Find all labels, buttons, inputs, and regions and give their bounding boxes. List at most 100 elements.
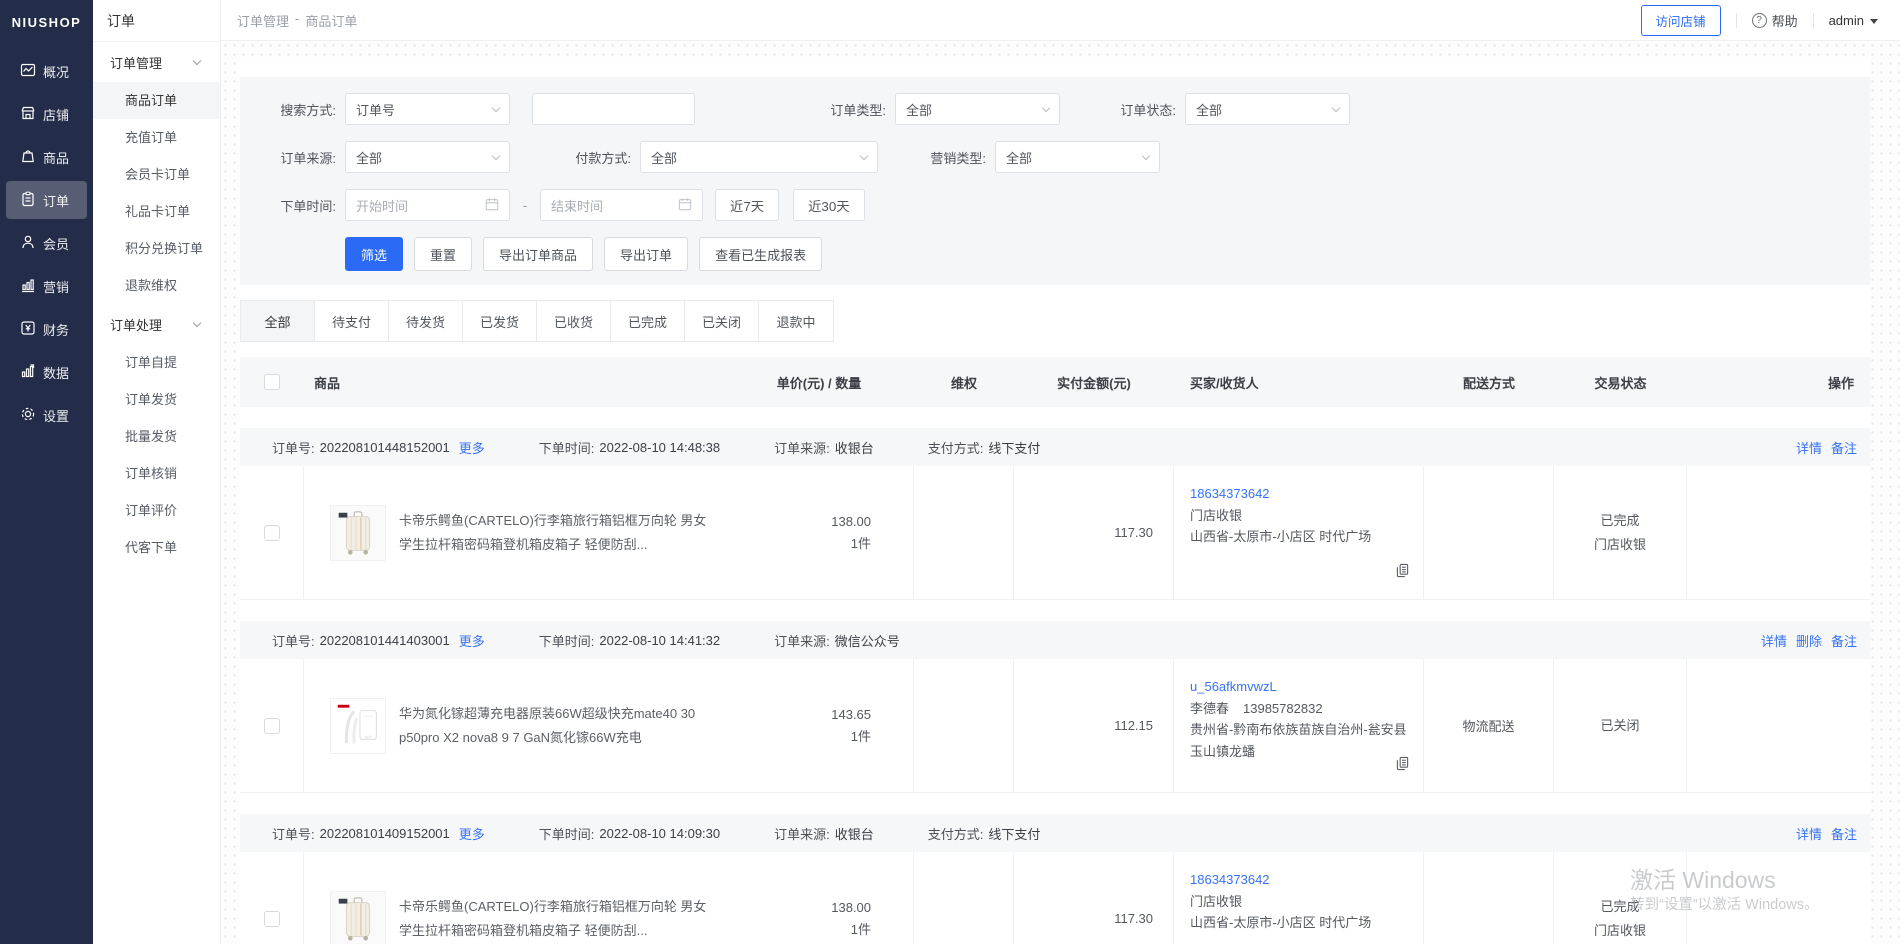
end-date-input[interactable]: 结束时间 <box>540 189 703 221</box>
module-title: 订单 <box>93 0 220 42</box>
menu-group-order-process[interactable]: 订单处理 <box>93 304 220 344</box>
export-orders-button[interactable]: 导出订单 <box>604 237 688 271</box>
sidebar-item-refund-rights[interactable]: 退款维权 <box>93 267 220 304</box>
sidebar-item-membercard-orders[interactable]: 会员卡订单 <box>93 156 220 193</box>
copy-address-icon[interactable] <box>1396 563 1409 585</box>
col-delivery: 配送方式 <box>1424 373 1554 392</box>
sidebar-item-goods[interactable]: 商品 <box>0 136 93 179</box>
tab-received[interactable]: 已收货 <box>537 301 611 341</box>
tab-closed[interactable]: 已关闭 <box>685 301 759 341</box>
chevron-down-icon <box>492 104 500 112</box>
user-menu[interactable]: admin <box>1829 13 1878 28</box>
sidebar-item-settings[interactable]: 设置 <box>0 394 93 437</box>
help-icon: ? <box>1752 13 1767 28</box>
paid-amount: 117.30 <box>1014 466 1174 599</box>
sidebar-item-order-pickup[interactable]: 订单自提 <box>93 344 220 381</box>
row-checkbox[interactable] <box>264 525 280 541</box>
order-more-link[interactable]: 更多 <box>459 438 485 457</box>
paid-amount: 112.15 <box>1014 659 1174 792</box>
delivery-cell: 物流配送 <box>1424 659 1554 792</box>
buyer-account-link[interactable]: u_56afkmvwzL <box>1190 676 1409 698</box>
sidebar-item-shop[interactable]: 店铺 <box>0 93 93 136</box>
quantity: 1件 <box>851 533 871 555</box>
sidebar-item-goods-orders[interactable]: 商品订单 <box>93 82 220 119</box>
tab-refunding[interactable]: 退款中 <box>759 301 833 341</box>
tab-pending-payment[interactable]: 待支付 <box>315 301 389 341</box>
tab-completed[interactable]: 已完成 <box>611 301 685 341</box>
tab-all[interactable]: 全部 <box>241 301 315 341</box>
order-more-link[interactable]: 更多 <box>459 631 485 650</box>
sidebar-item-recharge-orders[interactable]: 充值订单 <box>93 119 220 156</box>
last7days-button[interactable]: 近7天 <box>715 189 779 221</box>
order-type-select[interactable]: 全部 <box>895 93 1060 125</box>
buyer-account-link[interactable]: 18634373642 <box>1190 483 1409 505</box>
sidebar-item-member[interactable]: 会员 <box>0 222 93 265</box>
col-price-qty: 单价(元) / 数量 <box>724 373 914 392</box>
visit-shop-button[interactable]: 访问店铺 <box>1641 5 1721 36</box>
order-source-select[interactable]: 全部 <box>345 141 510 173</box>
sidebar-item-finance[interactable]: 财务 <box>0 308 93 351</box>
buyer-cell: 18634373642 门店收银 山西省-太原市-小店区 时代广场 <box>1174 852 1424 944</box>
order-detail-link[interactable]: 详情 <box>1761 631 1787 650</box>
sidebar-item-marketing[interactable]: 营销 <box>0 265 93 308</box>
paid-amount: 117.30 <box>1014 852 1174 944</box>
filter-buttons: 筛选 重置 导出订单商品 导出订单 查看已生成报表 <box>345 237 1870 271</box>
sidebar-item-data[interactable]: 数据 <box>0 351 93 394</box>
select-all-checkbox[interactable] <box>264 374 280 390</box>
sidebar-item-order-ship[interactable]: 订单发货 <box>93 381 220 418</box>
buyer-account-link[interactable]: 18634373642 <box>1190 869 1409 891</box>
chevron-down-icon <box>1332 104 1340 112</box>
product-image-suitcase <box>330 505 386 561</box>
order-note-link[interactable]: 备注 <box>1831 824 1857 843</box>
marketing-type-select[interactable]: 全部 <box>995 141 1160 173</box>
sidebar-item-order[interactable]: 订单 <box>6 181 87 219</box>
copy-address-icon[interactable] <box>1396 756 1409 778</box>
buyer-cell: u_56afkmvwzL 李德春13985782832 贵州省-黔南布依族苗族自… <box>1174 659 1424 792</box>
export-order-goods-button[interactable]: 导出订单商品 <box>483 237 593 271</box>
order-delete-link[interactable]: 删除 <box>1796 631 1822 650</box>
row-checkbox[interactable] <box>264 911 280 927</box>
sidebar-item-batch-ship[interactable]: 批量发货 <box>93 418 220 455</box>
pay-type-select[interactable]: 全部 <box>640 141 878 173</box>
unit-price: 143.65 <box>831 704 871 726</box>
search-method-select[interactable]: 订单号 <box>345 93 510 125</box>
chevron-down-icon <box>1142 152 1150 160</box>
order-detail-link[interactable]: 详情 <box>1796 438 1822 457</box>
help-button[interactable]: ? 帮助 <box>1752 11 1798 30</box>
product-title: 华为氮化镓超薄充电器原装66W超级快充mate40 30 p50pro X2 n… <box>399 702 711 750</box>
delivery-cell <box>1424 466 1554 599</box>
order-note-link[interactable]: 备注 <box>1831 631 1857 650</box>
order-note-link[interactable]: 备注 <box>1831 438 1857 457</box>
col-buyer: 买家/收货人 <box>1174 373 1424 392</box>
row-checkbox[interactable] <box>264 718 280 734</box>
keyword-input[interactable] <box>532 93 695 125</box>
menu-group-order-manage[interactable]: 订单管理 <box>93 42 220 82</box>
divider <box>1813 13 1814 28</box>
chevron-down-icon <box>193 318 201 326</box>
marketing-icon <box>20 277 36 296</box>
start-date-input[interactable]: 开始时间 <box>345 189 510 221</box>
sidebar-item-order-review[interactable]: 订单评价 <box>93 492 220 529</box>
last30days-button[interactable]: 近30天 <box>793 189 864 221</box>
filter-row-3: 下单时间: 开始时间 - 结束时间 近7天 近30天 <box>240 189 1870 221</box>
order-more-link[interactable]: 更多 <box>459 824 485 843</box>
filter-button[interactable]: 筛选 <box>345 237 403 271</box>
reset-button[interactable]: 重置 <box>414 237 472 271</box>
order-header: 订单号:202208101441403001更多 下单时间:2022-08-10… <box>240 621 1870 659</box>
order-card: 订单号:202208101441403001更多 下单时间:2022-08-10… <box>240 621 1870 793</box>
buyer-cell: 18634373642 门店收银 山西省-太原市-小店区 时代广场 <box>1174 466 1424 599</box>
tab-shipped[interactable]: 已发货 <box>463 301 537 341</box>
order-detail-link[interactable]: 详情 <box>1796 824 1822 843</box>
order-status-select[interactable]: 全部 <box>1185 93 1350 125</box>
rights-cell <box>914 466 1014 599</box>
tab-pending-ship[interactable]: 待发货 <box>389 301 463 341</box>
sidebar-item-order-verify[interactable]: 订单核销 <box>93 455 220 492</box>
operations-cell <box>1687 659 1870 792</box>
view-generated-reports-button[interactable]: 查看已生成报表 <box>699 237 822 271</box>
sidebar-item-giftcard-orders[interactable]: 礼品卡订单 <box>93 193 220 230</box>
brand-logo: NIUSHOP <box>0 0 93 44</box>
order-row: 卡帝乐鳄鱼(CARTELO)行李箱旅行箱铝框万向轮 男女学生拉杆箱密码箱登机箱皮… <box>240 466 1870 600</box>
sidebar-item-points-orders[interactable]: 积分兑换订单 <box>93 230 220 267</box>
sidebar-item-overview[interactable]: 概况 <box>0 50 93 93</box>
sidebar-item-order-onbehalf[interactable]: 代客下单 <box>93 529 220 566</box>
